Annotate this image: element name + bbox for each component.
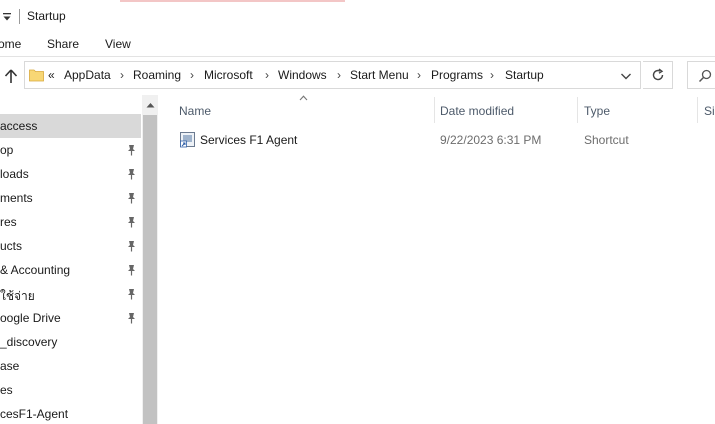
scroll-thumb[interactable] (143, 115, 157, 424)
breadcrumb-separator[interactable]: › (120, 68, 124, 82)
tab-home[interactable]: ome (0, 37, 21, 51)
sort-ascending-icon (299, 95, 308, 101)
breadcrumb-roaming[interactable]: Roaming (133, 68, 181, 82)
search-input[interactable] (687, 61, 715, 89)
breadcrumb-separator[interactable]: › (265, 68, 269, 82)
column-divider[interactable] (577, 97, 578, 123)
sidebar-item[interactable]: ments (0, 186, 141, 210)
sidebar-item-label: ใช้จ่าย (0, 289, 35, 303)
file-list: Name Date modified Type Siz Services F1 … (158, 95, 715, 424)
tab-share[interactable]: Share (47, 37, 79, 51)
file-type: Shortcut (584, 133, 629, 147)
folder-icon (29, 69, 44, 82)
address-bar[interactable]: « AppData › Roaming › Microsoft › Window… (24, 61, 641, 89)
up-arrow-icon[interactable] (3, 68, 19, 84)
navigation-pane: access op loads ments res ucts & Accounting ใช้… (0, 95, 158, 424)
column-header-date[interactable]: Date modified (440, 104, 514, 118)
sidebar-item[interactable]: es (0, 378, 141, 402)
tab-view[interactable]: View (105, 37, 131, 51)
pin-icon[interactable] (126, 312, 137, 324)
sidebar-item[interactable]: ase (0, 354, 141, 378)
chevron-down-icon[interactable] (620, 71, 632, 81)
breadcrumb-startup[interactable]: Startup (505, 68, 544, 82)
sidebar-item-label: ucts (0, 239, 23, 253)
sidebar-item-label: cesF1-Agent (0, 407, 69, 421)
sidebar-item-label: _discovery (0, 335, 58, 349)
sidebar-item[interactable]: oogle Drive (0, 306, 141, 330)
sidebar-item-label: access (0, 119, 38, 133)
sidebar-item[interactable]: ucts (0, 234, 141, 258)
sidebar-item[interactable]: & Accounting (0, 258, 141, 282)
column-divider[interactable] (697, 97, 698, 123)
breadcrumb-windows[interactable]: Windows (278, 68, 327, 82)
title-separator (19, 9, 20, 24)
pin-icon[interactable] (126, 264, 137, 276)
sidebar-item-label: ments (0, 191, 33, 205)
pin-icon[interactable] (126, 144, 137, 156)
window-title: Startup (27, 9, 66, 23)
breadcrumb-separator[interactable]: › (490, 68, 494, 82)
sidebar-item[interactable]: res (0, 210, 141, 234)
breadcrumb-separator[interactable]: › (190, 68, 194, 82)
file-date-modified: 9/22/2023 6:31 PM (440, 133, 542, 147)
search-icon (698, 69, 712, 83)
breadcrumb-appdata[interactable]: AppData (64, 68, 111, 82)
address-row: « AppData › Roaming › Microsoft › Window… (0, 57, 715, 95)
sidebar-item-label: & Accounting (0, 263, 71, 277)
column-header-size[interactable]: Siz (704, 104, 715, 118)
column-divider[interactable] (434, 97, 435, 123)
file-name: Services F1 Agent (200, 133, 298, 147)
breadcrumb-overflow[interactable]: « (48, 68, 55, 82)
quick-access-dropdown-icon[interactable] (2, 11, 12, 23)
breadcrumb-programs[interactable]: Programs (431, 68, 483, 82)
scroll-up-icon[interactable] (146, 102, 155, 108)
ribbon-tabs: ome Share View (0, 33, 715, 57)
sidebar-item-label: es (0, 383, 13, 397)
breadcrumb-separator[interactable]: › (337, 68, 341, 82)
pin-icon[interactable] (126, 240, 137, 252)
sidebar-item-label: oogle Drive (0, 311, 61, 325)
breadcrumb-microsoft[interactable]: Microsoft (204, 68, 253, 82)
sidebar-item-label: res (0, 215, 17, 229)
sidebar-item[interactable]: loads (0, 162, 141, 186)
sidebar-item[interactable]: _discovery (0, 330, 141, 354)
table-row[interactable]: Services F1 Agent 9/22/2023 6:31 PM Shor… (176, 128, 715, 150)
sidebar-item-label: loads (0, 167, 29, 181)
sidebar-item[interactable]: access (0, 114, 141, 138)
pin-icon[interactable] (126, 216, 137, 228)
title-accent (120, 0, 345, 2)
sidebar-item[interactable]: ใช้จ่าย (0, 282, 141, 306)
refresh-button[interactable] (643, 61, 673, 89)
nav-scrollbar[interactable] (142, 95, 158, 424)
breadcrumb-separator[interactable]: › (417, 68, 421, 82)
sidebar-item[interactable]: cesF1-Agent (0, 402, 141, 424)
sidebar-item[interactable]: op (0, 138, 141, 162)
shortcut-file-icon (180, 132, 195, 148)
column-header-name[interactable]: Name (179, 104, 211, 118)
title-bar: Startup (0, 0, 715, 33)
column-header-type[interactable]: Type (584, 104, 610, 118)
refresh-icon (652, 68, 664, 81)
pin-icon[interactable] (126, 288, 137, 300)
sidebar-item-label: op (0, 143, 14, 157)
pin-icon[interactable] (126, 168, 137, 180)
pin-icon[interactable] (126, 192, 137, 204)
sidebar-item-label: ase (0, 359, 20, 373)
breadcrumb-start-menu[interactable]: Start Menu (350, 68, 409, 82)
